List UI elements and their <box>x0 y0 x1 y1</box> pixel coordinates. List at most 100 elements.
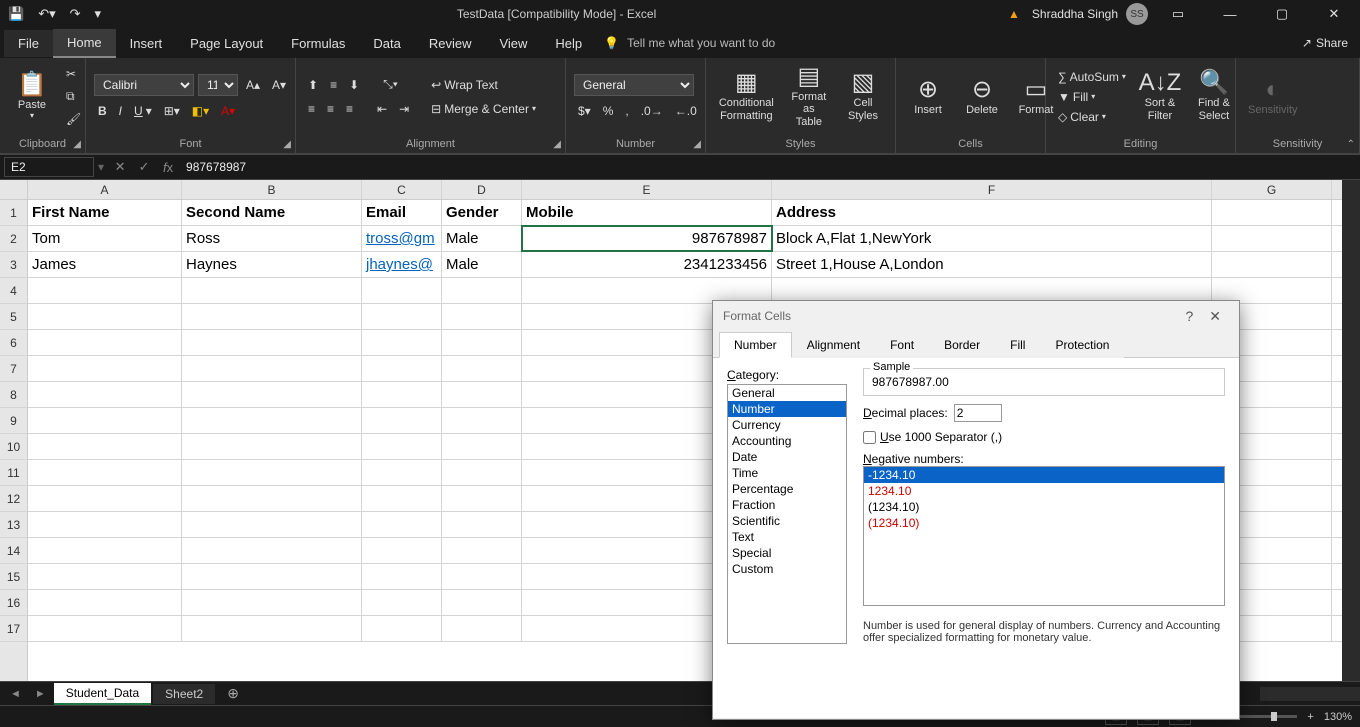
cell[interactable] <box>442 538 522 563</box>
decrease-font-icon[interactable]: A▾ <box>268 76 290 94</box>
cell[interactable] <box>362 616 442 641</box>
row-header[interactable]: 12 <box>0 486 27 512</box>
cell[interactable] <box>182 356 362 381</box>
cell[interactable] <box>28 408 182 433</box>
cell[interactable] <box>182 330 362 355</box>
cut-icon[interactable]: ✂ <box>62 65 85 83</box>
cell[interactable]: Address <box>772 200 1212 225</box>
tab-help[interactable]: Help <box>541 30 596 57</box>
cell[interactable]: 987678987 <box>522 226 772 251</box>
tab-review[interactable]: Review <box>415 30 486 57</box>
dialog-tab-font[interactable]: Font <box>875 332 929 358</box>
dialog-close-icon[interactable]: ✕ <box>1201 308 1229 325</box>
category-item[interactable]: Accounting <box>728 433 846 449</box>
cell[interactable] <box>182 382 362 407</box>
row-header[interactable]: 3 <box>0 252 27 278</box>
percent-format-icon[interactable]: % <box>599 102 618 120</box>
cell[interactable]: First Name <box>28 200 182 225</box>
tab-insert[interactable]: Insert <box>116 30 177 57</box>
negative-option[interactable]: 1234.10 <box>864 483 1224 499</box>
avatar[interactable]: SS <box>1126 3 1148 25</box>
cell[interactable] <box>442 590 522 615</box>
horizontal-scrollbar[interactable] <box>1260 687 1360 701</box>
cell[interactable] <box>362 278 442 303</box>
negative-option[interactable]: (1234.10) <box>864 499 1224 515</box>
cell[interactable] <box>182 512 362 537</box>
cell[interactable] <box>182 278 362 303</box>
cell[interactable] <box>28 512 182 537</box>
maximize-icon[interactable]: ▢ <box>1260 0 1304 28</box>
zoom-level[interactable]: 130% <box>1324 711 1352 723</box>
cell[interactable] <box>362 460 442 485</box>
row-header[interactable]: 11 <box>0 460 27 486</box>
close-icon[interactable]: ✕ <box>1312 0 1356 28</box>
negative-numbers-list[interactable]: -1234.101234.10(1234.10)(1234.10) <box>863 466 1225 606</box>
cell[interactable] <box>442 330 522 355</box>
row-header[interactable]: 8 <box>0 382 27 408</box>
category-item[interactable]: Scientific <box>728 513 846 529</box>
cell[interactable] <box>442 460 522 485</box>
conditional-formatting-button[interactable]: ▦Conditional Formatting <box>714 69 779 123</box>
font-color-button[interactable]: A▾ <box>217 102 239 120</box>
dialog-tab-number[interactable]: Number <box>719 332 792 358</box>
sheet-nav-next-icon[interactable]: ► <box>29 688 52 700</box>
cell[interactable] <box>362 486 442 511</box>
fill-button[interactable]: ▼Fill▾ <box>1054 88 1130 106</box>
category-item[interactable]: Currency <box>728 417 846 433</box>
column-header[interactable]: G <box>1212 180 1332 199</box>
row-header[interactable]: 16 <box>0 590 27 616</box>
tab-formulas[interactable]: Formulas <box>277 30 359 57</box>
column-header[interactable]: B <box>182 180 362 199</box>
cell[interactable] <box>182 616 362 641</box>
cell[interactable] <box>362 564 442 589</box>
insert-cells-button[interactable]: ⊕Insert <box>904 76 952 118</box>
sheet-tab-sheet2[interactable]: Sheet2 <box>153 684 215 704</box>
sheet-tab-student-data[interactable]: Student_Data <box>54 683 151 705</box>
category-item[interactable]: Fraction <box>728 497 846 513</box>
underline-button[interactable]: U▾ <box>130 102 156 120</box>
decrease-decimal-icon[interactable]: ←.0 <box>671 102 701 120</box>
cell[interactable]: Haynes <box>182 252 362 277</box>
redo-icon[interactable]: ↷ <box>66 4 85 24</box>
column-header[interactable]: E <box>522 180 772 199</box>
cell[interactable] <box>362 304 442 329</box>
negative-option[interactable]: (1234.10) <box>864 515 1224 531</box>
cell[interactable] <box>182 434 362 459</box>
dialog-launcher-icon[interactable]: ◢ <box>73 139 81 150</box>
format-as-table-button[interactable]: ▤Format as Table <box>785 63 833 129</box>
align-right-icon[interactable]: ≡ <box>342 100 357 118</box>
dialog-help-icon[interactable]: ? <box>1177 308 1201 324</box>
cell-styles-button[interactable]: ▧Cell Styles <box>839 69 887 123</box>
cell[interactable] <box>442 356 522 381</box>
dialog-tab-border[interactable]: Border <box>929 332 995 358</box>
wrap-text-button[interactable]: ↩Wrap Text <box>427 76 540 94</box>
row-header[interactable]: 2 <box>0 226 27 252</box>
find-select-button[interactable]: 🔍Find & Select <box>1190 69 1238 123</box>
cell[interactable] <box>442 564 522 589</box>
number-format-combo[interactable]: General <box>574 74 694 96</box>
dialog-tab-fill[interactable]: Fill <box>995 332 1040 358</box>
cell[interactable] <box>1212 226 1332 251</box>
dialog-tab-protection[interactable]: Protection <box>1040 332 1124 358</box>
formula-input[interactable] <box>180 158 1360 176</box>
cell[interactable] <box>442 278 522 303</box>
cell[interactable] <box>28 434 182 459</box>
cell[interactable] <box>442 486 522 511</box>
cell[interactable] <box>362 330 442 355</box>
cell[interactable] <box>28 564 182 589</box>
align-bottom-icon[interactable]: ⬇ <box>345 76 363 94</box>
cell[interactable]: Male <box>442 252 522 277</box>
ribbon-options-icon[interactable]: ▭ <box>1156 0 1200 28</box>
orientation-icon[interactable]: ⤡▾ <box>379 75 402 94</box>
cell[interactable] <box>442 434 522 459</box>
category-item[interactable]: Date <box>728 449 846 465</box>
cell[interactable] <box>28 278 182 303</box>
collapse-ribbon-icon[interactable]: ⌃ <box>1347 139 1355 150</box>
row-header[interactable]: 9 <box>0 408 27 434</box>
user-name[interactable]: Shraddha Singh <box>1032 7 1118 21</box>
font-name-combo[interactable]: Calibri <box>94 74 194 96</box>
column-header[interactable]: A <box>28 180 182 199</box>
cell[interactable] <box>362 382 442 407</box>
align-left-icon[interactable]: ≡ <box>304 100 319 118</box>
autosum-button[interactable]: ∑AutoSum▾ <box>1054 68 1130 86</box>
